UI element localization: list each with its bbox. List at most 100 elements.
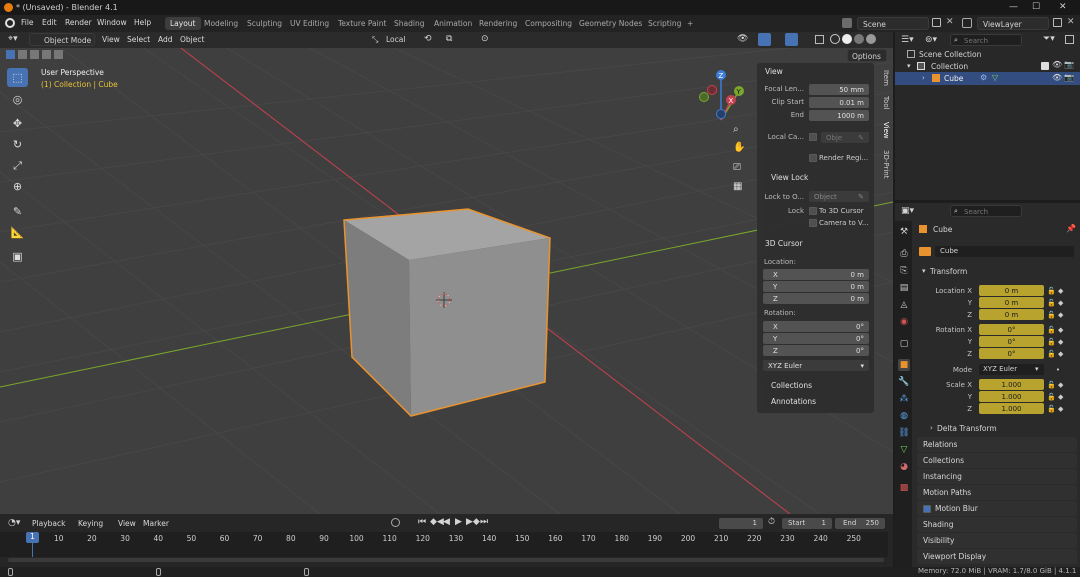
select-mode-extend-icon[interactable] [18,50,27,59]
cursor-rotation-x[interactable]: X 0° [763,321,869,332]
view-layer-tab-icon[interactable]: ▤ [898,282,910,294]
timeline-menu-marker[interactable]: Marker [143,519,169,528]
view-layer-selector[interactable]: ViewLayer [977,17,1049,30]
3d-cursor-section-header[interactable]: 3D Cursor [765,239,803,248]
view-section-header[interactable]: View [765,67,783,76]
timeline-menu-keying[interactable]: Keying [78,519,103,528]
motion-blur-checkbox[interactable] [923,504,931,513]
camera-to-view-checkbox[interactable] [809,219,817,227]
shading-material-icon[interactable] [854,34,864,44]
view-layer-icon[interactable] [962,18,972,28]
local-camera-checkbox[interactable] [809,133,817,141]
texture-tab-icon[interactable]: ▩ [898,482,910,494]
next-keyframe-icon[interactable]: ▶◆ [466,517,480,527]
annotations-section-header[interactable]: Annotations [771,397,816,406]
tab-modeling[interactable]: Modeling [199,17,243,30]
lock-to-object-field[interactable]: Object ✎ [809,191,869,202]
lock-icon[interactable]: 🔓 ◆ [1047,403,1071,415]
tab-shading[interactable]: Shading [389,17,429,30]
menu-help[interactable]: Help [134,18,151,27]
object-name-field[interactable]: Cube [935,246,1074,257]
tool-tab-icon[interactable]: ⚒ [898,226,910,238]
tab-sculpting[interactable]: Sculpting [242,17,287,30]
collections-section-header[interactable]: Collections [771,381,812,390]
cursor-rotation-z[interactable]: Z 0° [763,345,869,356]
pan-hand-icon[interactable]: ✋ [733,142,745,153]
xray-toggle-icon[interactable] [815,35,824,44]
scene-selector[interactable]: Scene [857,17,929,30]
collection-expand-icon[interactable]: ▾ [907,62,911,70]
delta-transform-expand-icon[interactable]: › [930,424,933,432]
collection-visibility-icon[interactable]: 👁 [1052,60,1062,69]
data-tab-icon[interactable]: ▽ [898,444,910,456]
view-lock-section-header[interactable]: View Lock [771,173,808,182]
transform-tool[interactable]: ⊕ [7,177,28,196]
constraints-tab-icon[interactable]: ⛓ [898,427,910,439]
select-mode-intersect-icon[interactable] [54,50,63,59]
collection-tab-icon[interactable]: ▢ [898,338,910,350]
lock-icon[interactable]: 🔓 ◆ [1047,391,1071,403]
outliner-editor-icon[interactable]: ☰▾ [901,35,914,45]
cube-render-icon[interactable]: 📷 [1064,73,1074,82]
transform-header[interactable]: Transform [930,267,967,276]
mode-selector[interactable]: Object Mode [29,33,95,46]
select-box-tool[interactable]: ⬚ [7,68,28,87]
overlay-toggle-icon[interactable] [785,33,798,46]
world-tab-icon[interactable]: ◉ [898,316,910,328]
viewport-menu-add[interactable]: Add [158,35,173,44]
timeline-scrollbar[interactable] [8,558,884,562]
lock-icon[interactable]: 🔓 ◆ [1047,285,1071,297]
add-cube-tool[interactable]: ▣ [7,247,28,266]
current-frame-field[interactable]: 1 [719,518,763,529]
new-collection-icon[interactable] [1065,35,1074,44]
timeline-editor-icon[interactable]: ◔▾ [8,518,20,528]
to-3d-cursor-checkbox[interactable] [809,207,817,215]
rotation-y-field[interactable]: 0° [979,336,1044,347]
start-frame-field[interactable]: Start 1 [782,518,832,529]
annotate-tool[interactable]: ✎ [7,202,28,221]
location-y-field[interactable]: 0 m [979,297,1044,308]
location-z-field[interactable]: 0 m [979,309,1044,320]
properties-editor-icon[interactable]: ▣▾ [901,206,914,216]
modifiers-tab-icon[interactable]: 🔧 [898,376,910,388]
panel-instancing[interactable]: Instancing [917,469,1077,484]
perspective-toggle-icon[interactable]: ▦ [733,181,742,192]
panel-shading[interactable]: Shading [917,517,1077,532]
delete-scene-icon[interactable]: ✕ [946,17,954,27]
outliner-search[interactable]: ⌕ Search [950,34,1022,46]
collection-exclude-checkbox[interactable] [1041,62,1049,70]
filter-icon[interactable]: ⏷▾ [1043,34,1055,44]
lock-icon[interactable]: 🔓 ◆ [1047,379,1071,391]
lock-eyedropper-icon[interactable]: ✎ [858,193,864,201]
tab-compositing[interactable]: Compositing [520,17,577,30]
sidebar-tab-item[interactable]: Item [876,70,890,86]
timeline-menu-view[interactable]: View [118,519,136,528]
maximize-button[interactable]: ☐ [1032,2,1040,12]
tab-rendering[interactable]: Rendering [474,17,522,30]
cursor-location-z[interactable]: Z 0 m [763,293,869,304]
pin-icon[interactable]: 📌 [1066,224,1076,233]
shading-solid-icon[interactable] [842,34,852,44]
viewport-menu-view[interactable]: View [102,35,120,44]
tab-texture-paint[interactable]: Texture Paint [333,17,391,30]
scale-x-field[interactable]: 1.000 [979,379,1044,390]
render-tab-icon[interactable]: ⎙ [898,248,910,260]
transform-orientation-value[interactable]: Local [386,35,405,44]
panel-visibility[interactable]: Visibility [917,533,1077,548]
camera-view-icon[interactable]: ⎚ [733,162,741,173]
transform-orientation-icon[interactable]: ⤡ [372,35,378,45]
options-button[interactable]: Options [847,49,887,62]
prev-keyframe-icon[interactable]: ◆◀ [430,517,444,527]
lock-icon[interactable]: 🔓 ◆ [1047,309,1071,321]
editor-type-icon[interactable]: ⌖▾ [8,34,18,44]
scale-z-field[interactable]: 1.000 [979,403,1044,414]
rotation-z-field[interactable]: 0° [979,348,1044,359]
properties-search[interactable]: ⌕ Search [950,205,1022,217]
auto-keying-icon[interactable] [391,518,400,527]
measure-tool[interactable]: 📐 [7,223,28,242]
tab-scripting[interactable]: Scripting [643,17,686,30]
rotate-tool[interactable]: ↻ [7,135,28,154]
physics-tab-icon[interactable]: ◍ [898,410,910,422]
cursor-location-x[interactable]: X 0 m [763,269,869,280]
menu-render[interactable]: Render [65,18,92,27]
